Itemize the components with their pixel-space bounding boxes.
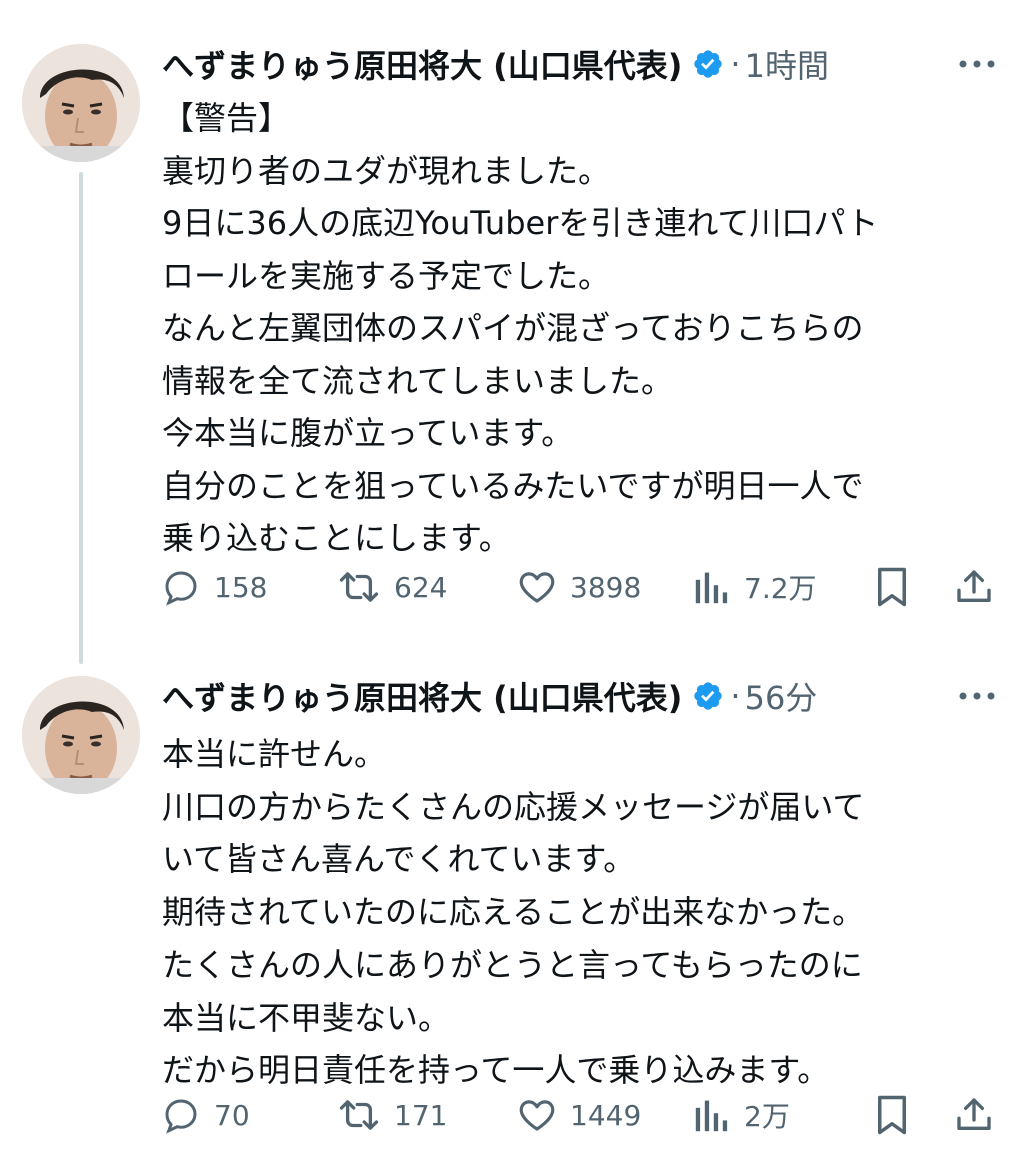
heart-icon	[519, 1100, 555, 1131]
verified-badge-icon	[692, 680, 724, 712]
share-button[interactable]	[954, 562, 994, 612]
avatar[interactable]	[22, 676, 140, 794]
retweet-button[interactable]: 171	[336, 1090, 447, 1140]
share-icon	[957, 1098, 991, 1130]
analytics-icon	[695, 1100, 728, 1132]
more-options-icon[interactable]	[952, 44, 1002, 84]
analytics-icon	[695, 572, 728, 604]
separator-dot: ·	[730, 677, 741, 715]
view-count: 2万	[744, 1100, 790, 1133]
like-button[interactable]: 1449	[516, 1090, 641, 1140]
tweet-text: 本当に許せん。 川口の方からたくさんの応援メッセージが届いて いて皆さん喜んでく…	[162, 735, 865, 1090]
reply-count: 158	[214, 570, 268, 604]
like-count: 3898	[570, 570, 642, 604]
bookmark-icon	[878, 567, 906, 607]
view-count: 7.2万	[744, 572, 817, 605]
tweet-actions: 70 171 1449 2万	[0, 1090, 1024, 1140]
views-button[interactable]: 7.2万	[694, 562, 817, 612]
author-name[interactable]: へずまりゅう原田将大 (山口県代表)	[162, 673, 682, 719]
more-options-icon[interactable]	[952, 676, 1002, 716]
retweet-button[interactable]: 624	[336, 562, 447, 612]
like-button[interactable]: 3898	[516, 562, 641, 612]
separator-dot: ·	[730, 45, 741, 83]
retweet-count: 624	[394, 570, 448, 604]
bookmark-button[interactable]	[874, 562, 910, 612]
verified-badge-icon	[692, 48, 724, 80]
share-button[interactable]	[954, 1090, 994, 1140]
author-name[interactable]: へずまりゅう原田将大 (山口県代表)	[162, 41, 682, 87]
timestamp[interactable]: 56分	[745, 673, 818, 719]
reply-button[interactable]: 158	[160, 562, 267, 612]
views-button[interactable]: 2万	[694, 1090, 790, 1140]
avatar[interactable]	[22, 44, 140, 162]
timestamp[interactable]: 1時間	[745, 41, 829, 87]
like-count: 1449	[570, 1098, 642, 1132]
reply-icon	[165, 571, 197, 606]
bookmark-icon	[878, 1095, 906, 1135]
tweet-text: 【警告】 裏切り者のユダが現れました。 9日に36人の底辺YouTuberを引き…	[162, 99, 879, 557]
tweet-header: へずまりゅう原田将大 (山口県代表) · 1時間	[162, 40, 829, 88]
retweet-icon	[339, 572, 379, 602]
bookmark-button[interactable]	[874, 1090, 910, 1140]
retweet-count: 171	[394, 1098, 448, 1132]
reply-icon	[165, 1099, 197, 1134]
heart-icon	[519, 572, 555, 603]
reply-button[interactable]: 70	[160, 1090, 250, 1140]
tweet-actions: 158 624 3898 7.2万	[0, 562, 1024, 612]
tweet-header: へずまりゅう原田将大 (山口県代表) · 56分	[162, 672, 817, 720]
retweet-icon	[339, 1100, 379, 1130]
reply-count: 70	[214, 1098, 250, 1132]
share-icon	[957, 570, 991, 602]
tweet-thread: へずまりゅう原田将大 (山口県代表) · 1時間 【警告】 裏切り者のユダが現れ…	[0, 0, 1024, 1167]
